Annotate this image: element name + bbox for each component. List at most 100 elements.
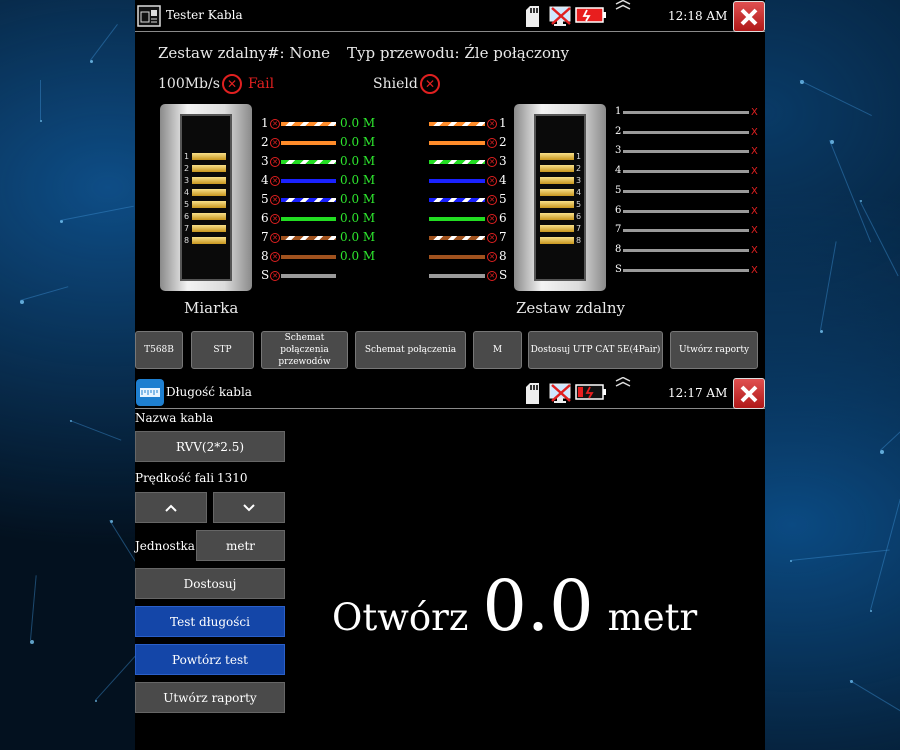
- length-result: Otwórz 0.0 metr: [332, 565, 697, 647]
- connection-diagram-button[interactable]: Schemat połączenia: [355, 331, 466, 369]
- wire-number: 5: [261, 192, 269, 206]
- wire-length-value: 0.0 M: [340, 192, 376, 206]
- wire-error-icon: ✕: [487, 233, 497, 243]
- wire-line: [429, 122, 485, 126]
- background-line: [60, 205, 134, 221]
- wire-number: 5: [499, 192, 507, 206]
- connector-pin-number: 3: [184, 176, 190, 185]
- sd-card-icon: [526, 6, 539, 27]
- connector-pin-number: 4: [576, 188, 582, 197]
- remote-connector-label: Zestaw zdalny: [516, 299, 625, 317]
- wire-line: [429, 141, 485, 145]
- background-line: [849, 680, 900, 735]
- remote-wire-number: 3: [615, 145, 622, 157]
- connector-pin-number: 2: [576, 164, 582, 173]
- background-line: [880, 385, 900, 451]
- close-icon: [740, 8, 758, 25]
- wave-speed-down-button[interactable]: [213, 492, 285, 523]
- close-button[interactable]: [733, 378, 765, 409]
- wire-length-value: 0.0 M: [340, 116, 376, 130]
- connector-pin-number: 8: [184, 236, 190, 245]
- wire-number: 2: [499, 135, 507, 149]
- wire-line: [429, 255, 485, 259]
- remote-connector-port: 1 2 3 4 5 6 7 8: [534, 114, 586, 281]
- local-connector-label: Miarka: [184, 299, 239, 317]
- local-connector: 1 2 3 4 5 6 7 8: [160, 104, 252, 291]
- wire-diagram-button[interactable]: Schemat połączenia przewodów: [261, 331, 348, 369]
- remote-wire-fail-marker: X: [751, 146, 758, 158]
- unit-select[interactable]: metr: [196, 530, 285, 561]
- tester-app-icon: [137, 5, 161, 27]
- chevron-up-icon[interactable]: [614, 377, 632, 387]
- clock: 12:18 AM: [668, 9, 728, 23]
- chevron-up-icon[interactable]: [614, 0, 632, 10]
- remote-wire-fail-marker: X: [751, 185, 758, 197]
- wire-error-icon: ✕: [487, 214, 497, 224]
- customize-cable-button[interactable]: Dostosuj UTP CAT 5E(4Pair): [528, 331, 663, 369]
- wire-length-value: 0.0 M: [340, 135, 376, 149]
- stp-button[interactable]: STP: [191, 331, 254, 369]
- wire-error-icon: ✕: [487, 271, 497, 281]
- repeat-test-button[interactable]: Powtórz test: [135, 644, 285, 675]
- wire-error-icon: ✕: [270, 176, 280, 186]
- background-line: [829, 140, 872, 243]
- wire-line: [281, 236, 336, 240]
- length-title: Długość kabla: [166, 385, 252, 399]
- remote-wire-line: [623, 209, 749, 213]
- customize-button[interactable]: Dostosuj: [135, 568, 285, 599]
- connector-pin-number: 4: [184, 188, 190, 197]
- wire-number: 8: [261, 249, 269, 263]
- connector-pin: [192, 189, 226, 196]
- wire-number: 8: [499, 249, 507, 263]
- connector-pin-number: 7: [576, 224, 582, 233]
- remote-id-label: Zestaw zdalny#: None: [158, 44, 331, 62]
- remote-wire-number: S: [615, 263, 622, 275]
- connector-pin: [192, 153, 226, 160]
- remote-wire-line: [623, 130, 749, 134]
- wire-number: 1: [261, 116, 269, 130]
- wire-line: [429, 198, 485, 202]
- device-screen: Tester Kabla 12:18 AM Zestaw zdalny#: No…: [135, 0, 765, 750]
- network-monitor-icon: [549, 383, 571, 403]
- remote-wire-fail-marker: X: [751, 205, 758, 217]
- remote-wire-number: 1: [615, 106, 622, 117]
- background-line: [859, 200, 899, 277]
- wire-line: [281, 122, 336, 126]
- sd-card-icon: [526, 383, 539, 404]
- remote-wire-number: 5: [615, 184, 622, 196]
- wire-length-value: 0.0 M: [340, 173, 376, 187]
- connector-pin: [540, 177, 574, 184]
- connector-pin: [540, 189, 574, 196]
- wire-error-icon: ✕: [270, 252, 280, 262]
- cable-name-select[interactable]: RVV(2*2.5): [135, 431, 285, 462]
- close-button[interactable]: [733, 1, 765, 32]
- wire-number: S: [261, 268, 270, 282]
- test-length-button[interactable]: Test długości: [135, 606, 285, 637]
- remote-wire-fail-marker: X: [751, 126, 758, 138]
- length-app-icon: [136, 379, 164, 406]
- wire-number: 4: [499, 173, 507, 187]
- create-report-button[interactable]: Utwórz raporty: [135, 682, 285, 713]
- remote-connector: 1 2 3 4 5 6 7 8: [514, 104, 606, 291]
- wave-speed-label: Prędkość fali: [135, 471, 215, 485]
- remote-wire-number: 6: [615, 204, 622, 216]
- wire-line: [281, 198, 336, 202]
- wire-number: 4: [261, 173, 269, 187]
- remote-wire-fail-marker: X: [751, 166, 758, 178]
- clock: 12:17 AM: [668, 386, 728, 400]
- background-line: [69, 420, 122, 441]
- t568b-button[interactable]: T568B: [135, 331, 183, 369]
- create-report-button[interactable]: Utwórz raporty: [670, 331, 758, 369]
- wave-speed-up-button[interactable]: [135, 492, 207, 523]
- connector-pin-number: 8: [576, 236, 582, 245]
- wire-error-icon: ✕: [270, 271, 280, 281]
- wire-line: [281, 255, 336, 259]
- remote-wire-number: 8: [615, 243, 622, 255]
- connector-pin-number: 6: [184, 212, 190, 221]
- speed-label: 100Mb/s: [158, 76, 220, 92]
- remote-wire-line: [623, 189, 749, 193]
- unit-m-button[interactable]: M: [473, 331, 522, 369]
- connector-pin: [540, 153, 574, 160]
- wire-error-icon: ✕: [270, 233, 280, 243]
- remote-wire-fail-marker: X: [751, 107, 758, 118]
